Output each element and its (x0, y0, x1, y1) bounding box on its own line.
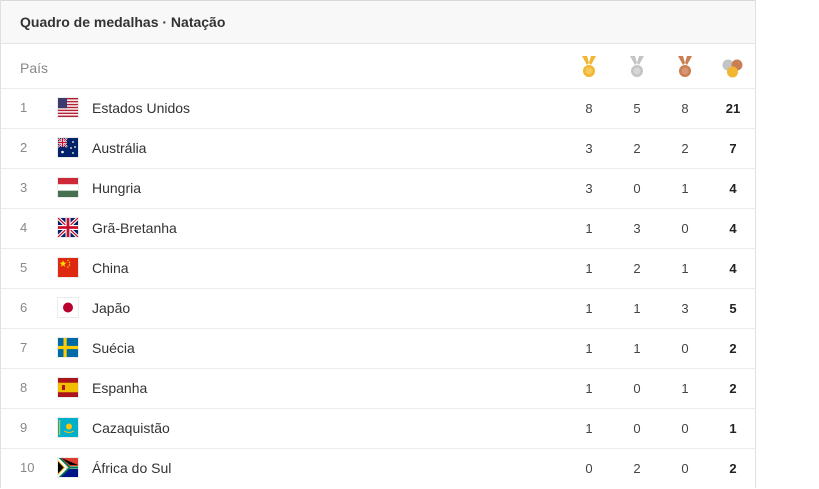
silver-medal-icon (630, 56, 644, 77)
rank-cell: 5 (20, 260, 28, 275)
table-row[interactable]: 7 Suécia 1 1 0 2 (1, 329, 755, 369)
gold-count: 3 (585, 181, 593, 196)
gold-count: 1 (585, 301, 593, 316)
table-row[interactable]: 10 África do Sul 0 2 0 2 (1, 449, 755, 489)
medal-table-card: Quadro de medalhas · Natação País 1 Esta… (0, 0, 756, 488)
bronze-medal-icon (678, 56, 692, 77)
rank-cell: 2 (20, 140, 28, 155)
rank-cell: 7 (20, 340, 28, 355)
country-name[interactable]: Estados Unidos (92, 100, 190, 116)
bronze-count: 1 (681, 261, 689, 276)
rank-cell: 1 (20, 100, 28, 115)
gold-count: 1 (585, 221, 593, 236)
gold-medal-icon (582, 56, 596, 77)
total-count: 2 (729, 341, 737, 356)
gold-count: 1 (585, 421, 593, 436)
gold-count: 3 (585, 141, 593, 156)
total-count: 4 (729, 261, 737, 276)
bronze-count: 0 (681, 421, 689, 436)
jp-flag-icon (58, 298, 78, 317)
se-flag-icon (58, 338, 78, 357)
bronze-count: 1 (681, 181, 689, 196)
bronze-count: 0 (681, 341, 689, 356)
card-header: Quadro de medalhas · Natação (1, 0, 755, 44)
silver-count: 0 (633, 181, 641, 196)
us-flag-icon (58, 98, 78, 117)
bronze-count: 0 (681, 461, 689, 476)
table-row[interactable]: 2 Austrália 3 2 2 7 (1, 129, 755, 169)
rank-cell: 6 (20, 300, 28, 315)
za-flag-icon (58, 458, 78, 477)
bronze-count: 8 (681, 101, 689, 116)
rank-cell: 8 (20, 380, 28, 395)
bronze-count: 1 (681, 381, 689, 396)
rank-cell: 3 (20, 180, 28, 195)
country-name[interactable]: Japão (92, 300, 130, 316)
total-count: 21 (725, 101, 741, 116)
country-name[interactable]: Grã-Bretanha (92, 220, 177, 236)
total-count: 1 (729, 421, 737, 436)
rank-cell: 9 (20, 420, 28, 435)
bronze-count: 2 (681, 141, 689, 156)
silver-count: 2 (633, 261, 641, 276)
country-name[interactable]: Suécia (92, 340, 135, 356)
total-count: 2 (729, 461, 737, 476)
gold-count: 0 (585, 461, 593, 476)
es-flag-icon (58, 378, 78, 397)
silver-count: 2 (633, 461, 641, 476)
table-row[interactable]: 4 Grã-Bretanha 1 3 0 4 (1, 209, 755, 249)
total-count: 4 (729, 221, 737, 236)
cn-flag-icon (58, 258, 78, 277)
table-row[interactable]: 9 Cazaquistão 1 0 0 1 (1, 409, 755, 449)
bronze-count: 0 (681, 221, 689, 236)
kz-flag-icon (58, 418, 78, 437)
card-title: Quadro de medalhas · Natação (20, 14, 226, 30)
silver-count: 0 (633, 381, 641, 396)
table-row[interactable]: 5 China 1 2 1 4 (1, 249, 755, 289)
gold-count: 1 (585, 381, 593, 396)
country-name[interactable]: Hungria (92, 180, 141, 196)
gb-flag-icon (58, 218, 78, 237)
rank-cell: 4 (20, 220, 28, 235)
gold-count: 8 (585, 101, 593, 116)
country-name[interactable]: Espanha (92, 380, 147, 396)
rank-cell: 10 (20, 460, 35, 475)
country-column-header: País (20, 60, 49, 76)
hu-flag-icon (58, 178, 78, 197)
total-count: 4 (729, 181, 737, 196)
table-row[interactable]: 6 Japão 1 1 3 5 (1, 289, 755, 329)
country-name[interactable]: Austrália (92, 140, 146, 156)
total-count: 2 (729, 381, 737, 396)
silver-count: 3 (633, 221, 641, 236)
au-flag-icon (58, 138, 78, 157)
column-header-row: País (1, 44, 755, 89)
country-name[interactable]: China (92, 260, 129, 276)
table-row[interactable]: 1 Estados Unidos 8 5 8 21 (1, 89, 755, 129)
country-name[interactable]: Cazaquistão (92, 420, 170, 436)
silver-count: 0 (633, 421, 641, 436)
total-count: 7 (729, 141, 737, 156)
silver-count: 5 (633, 101, 641, 116)
table-row[interactable]: 8 Espanha 1 0 1 2 (1, 369, 755, 409)
silver-count: 1 (633, 301, 641, 316)
table-row[interactable]: 3 Hungria 3 0 1 4 (1, 169, 755, 209)
medal-table-body: 1 Estados Unidos 8 5 8 21 2 Austrália 3 2 2 7 3 Hungr… (1, 89, 755, 489)
gold-count: 1 (585, 261, 593, 276)
silver-count: 2 (633, 141, 641, 156)
bronze-count: 3 (681, 301, 689, 316)
country-name[interactable]: África do Sul (92, 460, 171, 476)
total-medals-icon (722, 59, 743, 78)
gold-count: 1 (585, 341, 593, 356)
silver-count: 1 (633, 341, 641, 356)
total-count: 5 (729, 301, 737, 316)
